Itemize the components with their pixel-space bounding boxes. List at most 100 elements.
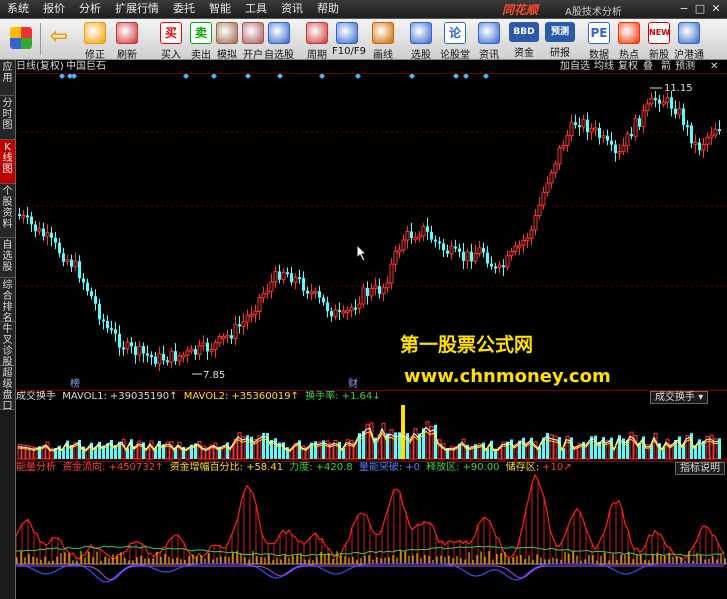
- candlestick: [177, 352, 182, 366]
- menu-item-1[interactable]: 报价: [36, 0, 72, 18]
- menu-item-2[interactable]: 分析: [72, 0, 108, 18]
- turnover-label: 换手率:: [305, 391, 339, 402]
- candlestick: [189, 345, 194, 355]
- pencil-icon: [372, 22, 394, 44]
- toolbar-button-16[interactable]: 热点: [614, 21, 644, 61]
- candlestick: [645, 99, 650, 117]
- candlestick: [318, 285, 321, 304]
- candlestick: [630, 126, 633, 140]
- back-button[interactable]: ⇦: [44, 21, 74, 57]
- event-marker-icon[interactable]: [71, 74, 77, 79]
- toolbar-button-15[interactable]: PE 数据: [584, 21, 614, 61]
- close-icon[interactable]: ✕: [708, 1, 724, 16]
- candlestick: [62, 247, 65, 267]
- event-marker-icon[interactable]: [211, 74, 217, 79]
- menu-item-8[interactable]: 帮助: [310, 0, 346, 18]
- candlestick: [78, 255, 81, 283]
- toolbar-button-12[interactable]: 资讯: [474, 21, 504, 61]
- sidebar-tab-1[interactable]: 分时图: [0, 96, 15, 140]
- sidebar-tab-3[interactable]: 个股资料: [0, 184, 15, 238]
- toolbar-button-8[interactable]: F10/F9: [332, 21, 366, 57]
- sidebar-tab-6[interactable]: 牛叉诊股: [0, 322, 15, 368]
- toolbar-button-18[interactable]: 沪港通: [674, 21, 704, 61]
- chart-header-button-5[interactable]: 预测: [675, 60, 695, 73]
- toolbar-label: 研报: [550, 48, 570, 59]
- candlestick: [625, 130, 630, 154]
- volume-chart[interactable]: [16, 403, 727, 460]
- chart-header-button-3[interactable]: 叠: [643, 60, 653, 73]
- toolbar-button-7[interactable]: 周期: [302, 21, 332, 61]
- fund-pct-label: 资金增幅百分比:: [169, 462, 244, 473]
- menu-item-6[interactable]: 工具: [238, 0, 274, 18]
- candlestick: [401, 234, 406, 254]
- sidebar-tab-2[interactable]: K线图: [0, 140, 15, 184]
- candlestick: [569, 114, 574, 142]
- menu-item-5[interactable]: 智能: [202, 0, 238, 18]
- menu-item-0[interactable]: 系统: [0, 0, 36, 18]
- event-marker-icon[interactable]: [277, 74, 283, 79]
- toolbar-button-1[interactable]: 刷新: [112, 21, 142, 61]
- clock-icon: [306, 22, 328, 44]
- candlestick: [18, 207, 21, 220]
- mavol2-label: MAVOL2:: [183, 391, 229, 402]
- sidebar-tab-7[interactable]: 超级盘口: [0, 366, 15, 412]
- candlestick: [393, 245, 398, 273]
- layout-button[interactable]: [6, 21, 36, 57]
- minimize-icon[interactable]: −: [676, 1, 692, 16]
- period-label[interactable]: 日线(复权): [16, 60, 64, 73]
- event-marker-icon[interactable]: [183, 74, 189, 79]
- maximize-icon[interactable]: □: [692, 1, 708, 16]
- chart-header-button-0[interactable]: 加自选: [560, 60, 590, 73]
- new-icon: NEW: [648, 22, 670, 44]
- candlestick: [174, 343, 177, 365]
- event-marker-icon[interactable]: [59, 74, 65, 79]
- energy-indicator-chart[interactable]: [16, 474, 727, 599]
- candlestick: [261, 286, 266, 304]
- sidebar-tab-4[interactable]: 自选股: [0, 238, 15, 278]
- layout-grid-icon: [10, 27, 32, 49]
- event-marker-icon[interactable]: [453, 74, 459, 79]
- toolbar-button-17[interactable]: NEW 新股: [644, 21, 674, 61]
- event-marker-icon[interactable]: [355, 74, 361, 79]
- event-marker-icon[interactable]: [463, 74, 469, 79]
- candlestick: [686, 120, 689, 136]
- menu-item-7[interactable]: 资讯: [274, 0, 310, 18]
- toolbar-button-2[interactable]: 买买入: [156, 21, 186, 61]
- sidebar-tab-5[interactable]: 综合排名: [0, 278, 15, 324]
- candlestick: [682, 103, 685, 131]
- force-value: +420.8: [315, 462, 353, 473]
- volume-bar: [718, 438, 721, 459]
- hk-connect-icon: [678, 22, 700, 44]
- toolbar-button-11[interactable]: 论论股堂: [440, 21, 470, 61]
- kline-chart[interactable]: 11.15 7.85 榜 财: [16, 74, 727, 390]
- candlestick: [257, 294, 262, 321]
- event-marker-icon[interactable]: [319, 74, 325, 79]
- event-label-cai[interactable]: 财: [348, 377, 358, 390]
- sidebar-tab-0[interactable]: 应用: [0, 60, 15, 96]
- toolbar-button-9[interactable]: 画线: [368, 21, 398, 61]
- candlestick: [690, 122, 693, 149]
- toolbar-button-6[interactable]: 自选股: [264, 21, 294, 61]
- candlestick: [410, 222, 413, 244]
- candlestick: [137, 340, 142, 362]
- toolbar-button-10[interactable]: 选股: [406, 21, 436, 61]
- close-chart-icon[interactable]: ✕: [710, 60, 718, 73]
- chart-header-button-1[interactable]: 均线: [594, 60, 614, 73]
- chart-header-button-4[interactable]: 箭: [661, 60, 671, 73]
- toolbar-button-14[interactable]: 预测 研报: [542, 21, 578, 59]
- toolbar-button-0[interactable]: 修正: [80, 21, 110, 61]
- candlestick: [349, 303, 354, 318]
- event-marker-icon[interactable]: [483, 74, 489, 79]
- high-price-annotation: 11.15: [650, 83, 693, 94]
- event-label-bang[interactable]: 榜: [70, 377, 80, 390]
- toolbar-button-13[interactable]: BBD 资金: [506, 21, 542, 59]
- chart-header-button-2[interactable]: 复权: [618, 60, 638, 73]
- store-value: +10↗: [542, 462, 572, 473]
- event-marker-icon[interactable]: [245, 74, 251, 79]
- candlestick: [65, 254, 70, 266]
- menu-item-4[interactable]: 委托: [166, 0, 202, 18]
- candlestick: [661, 94, 666, 108]
- menu-item-3[interactable]: 扩展行情: [108, 0, 166, 18]
- event-marker-icon[interactable]: [409, 74, 415, 79]
- candlestick: [565, 129, 570, 152]
